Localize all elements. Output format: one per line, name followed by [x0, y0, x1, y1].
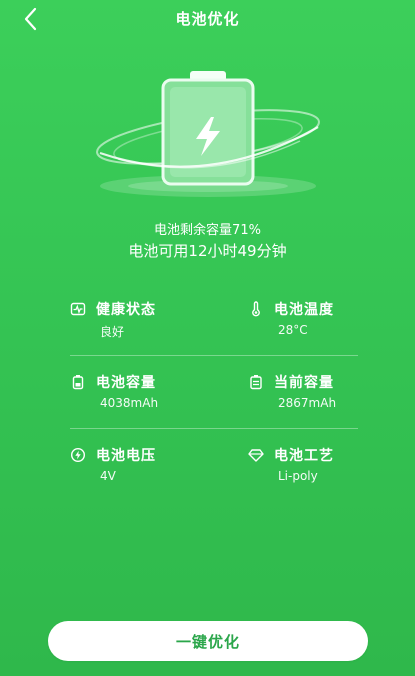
optimize-button[interactable]: 一键优化 — [48, 621, 368, 661]
stat-label: 电池温度 — [274, 302, 334, 318]
battery-hero — [0, 55, 415, 205]
stat-technology: 电池工艺 Li-poly — [248, 445, 378, 483]
divider — [70, 355, 358, 356]
health-monitor-icon — [70, 302, 86, 316]
stat-health: 健康状态 良好 — [70, 299, 200, 340]
battery-capacity-icon — [72, 375, 84, 390]
stat-label: 当前容量 — [274, 375, 334, 391]
thermometer-icon — [252, 301, 260, 317]
stat-value: 4V — [100, 469, 116, 483]
stat-label: 电池工艺 — [274, 448, 334, 464]
stat-label: 电池电压 — [96, 448, 156, 464]
stat-voltage: 电池电压 4V — [70, 445, 200, 483]
stat-temperature: 电池温度 28°C — [248, 299, 378, 337]
stat-value: 4038mAh — [100, 396, 159, 410]
diamond-icon — [248, 449, 264, 462]
top-bar: 电池优化 — [0, 0, 415, 40]
stat-value: 28°C — [278, 323, 308, 337]
stat-value: 良好 — [100, 325, 125, 339]
stat-label: 健康状态 — [96, 302, 156, 318]
divider — [70, 428, 358, 429]
battery-charging-icon — [96, 71, 320, 197]
stat-current-capacity: 当前容量 2867mAh — [248, 372, 378, 410]
stat-value: Li-poly — [278, 469, 318, 483]
stat-value: 2867mAh — [278, 396, 337, 410]
stat-label: 电池容量 — [96, 375, 156, 391]
page-title: 电池优化 — [175, 10, 240, 28]
stat-capacity: 电池容量 4038mAh — [70, 372, 200, 410]
remaining-capacity-text: 电池剩余容量71% — [154, 223, 261, 238]
available-time-text: 电池可用12小时49分钟 — [128, 242, 287, 260]
voltage-icon — [70, 447, 86, 463]
battery-current-icon — [250, 375, 262, 390]
